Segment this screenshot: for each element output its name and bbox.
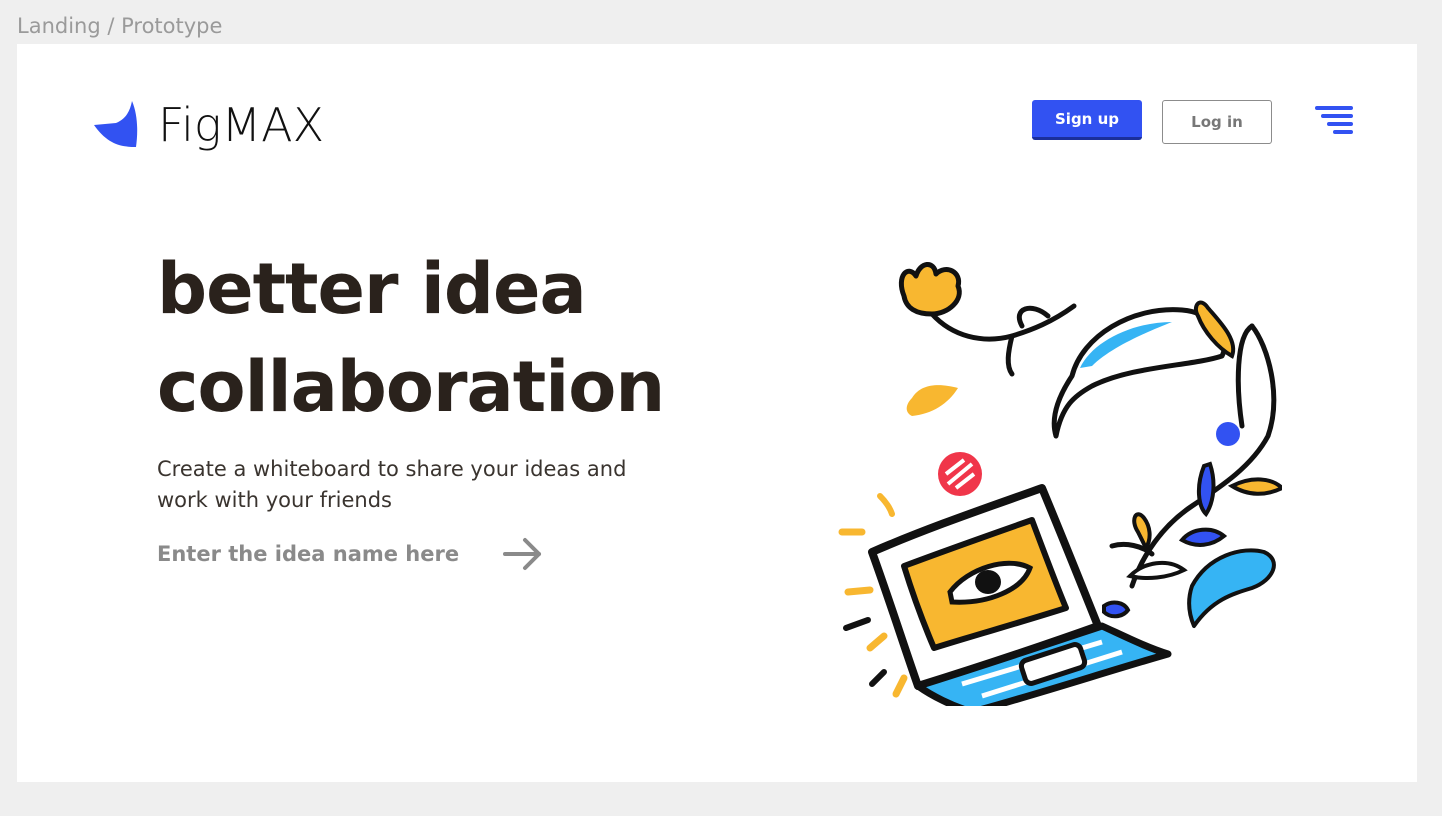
logo-text: FigMAX — [158, 98, 325, 152]
hero-subtitle: Create a whiteboard to share your ideas … — [157, 457, 627, 512]
stop-icon — [938, 452, 982, 496]
menu-icon[interactable] — [1315, 104, 1353, 136]
leaf-icon — [1051, 307, 1228, 439]
logo[interactable]: FigMAX — [92, 98, 324, 152]
flower-icon — [898, 262, 1077, 377]
hero-title-line-2: collaboration — [157, 346, 665, 428]
idea-form — [157, 532, 545, 576]
laptop-illustration — [838, 262, 1282, 706]
laptop-icon — [868, 484, 1172, 706]
frame-label: Landing / Prototype — [17, 14, 223, 38]
arrow-right-icon[interactable] — [501, 532, 545, 576]
hero-title-line-1: better idea — [157, 248, 587, 330]
idea-name-input[interactable] — [157, 542, 487, 566]
logo-mark-icon — [94, 101, 138, 147]
sign-up-button[interactable]: Sign up — [1032, 100, 1142, 140]
hero-title: better idea collaboration — [157, 240, 665, 436]
landing-frame: FigMAX Sign up Log in better idea collab… — [17, 44, 1417, 782]
log-in-button[interactable]: Log in — [1162, 100, 1272, 144]
